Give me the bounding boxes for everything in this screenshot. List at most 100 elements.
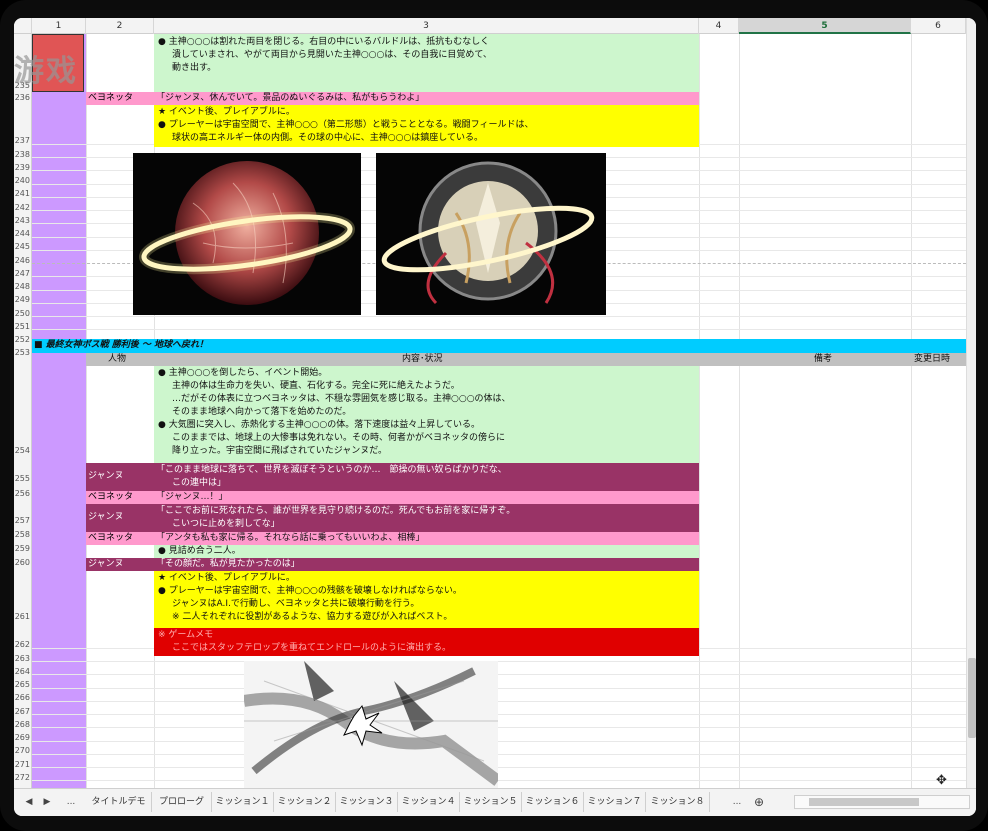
- cell-text: ● プレーヤーは宇宙空間で、主神○○○（第二形態）と戦うこととなる。戦闘フィール…: [158, 120, 534, 130]
- speaker-cell: ベヨネッタ: [88, 533, 134, 543]
- add-sheet-icon[interactable]: ⊕: [750, 792, 768, 812]
- section-title: ■ 最終女神ボス戦 勝利後 ～ 地球へ戻れ！: [34, 340, 209, 350]
- cell-text: ジャンヌはA.I.で行動し、ベヨネッタと共に破壊行動を行う。: [172, 599, 420, 609]
- table-header-row: [86, 353, 966, 366]
- tab-mission-3[interactable]: ミッション３: [336, 792, 398, 812]
- cell-text: 主神の体は生命力を失い、硬直、石化する。完全に死に絶えたようだ。: [172, 381, 460, 391]
- row-number[interactable]: 241: [14, 189, 32, 198]
- tab-prologue[interactable]: プロローグ: [152, 792, 212, 812]
- row-number[interactable]: 240: [14, 176, 32, 185]
- horizontal-scrollbar[interactable]: [794, 795, 970, 809]
- dialogue-text: 「ジャンヌ…！」: [156, 492, 228, 502]
- tab-mission-4[interactable]: ミッション４: [398, 792, 460, 812]
- row-number[interactable]: 258: [14, 530, 32, 539]
- row-number[interactable]: 244: [14, 229, 32, 238]
- tab-mission-2[interactable]: ミッション２: [274, 792, 336, 812]
- row-number[interactable]: 245: [14, 242, 32, 251]
- cell-text: …だがその体表に立つベヨネッタは、不穏な雰囲気を感じ取る。主神○○○の体は、: [172, 394, 511, 404]
- row-number[interactable]: 237: [14, 136, 32, 145]
- vertical-scrollbar[interactable]: [966, 18, 976, 788]
- watermark: 游戏: [14, 54, 78, 89]
- cell-text: 潰していまされ、やがて両目から見開いた主神○○○は、その自我に目覚めて、: [172, 50, 492, 60]
- row-number[interactable]: 267: [14, 707, 32, 716]
- row-number[interactable]: 266: [14, 693, 32, 702]
- row-number[interactable]: 271: [14, 760, 32, 769]
- row-number[interactable]: 255: [14, 474, 32, 483]
- screen-frame: 游戏 1 2 3 4 5 6 235 236 237 238 239 240 2…: [0, 0, 988, 831]
- column-header-3[interactable]: 3: [154, 18, 699, 34]
- tab-title-demo[interactable]: タイトルデモ: [86, 792, 152, 812]
- row-number[interactable]: 243: [14, 216, 32, 225]
- speaker-cell: ベヨネッタ: [88, 492, 134, 502]
- cell-text: このままでは、地球上の大惨事は免れない。その時、何者かがベヨネッタの傍らに: [172, 433, 506, 443]
- column-header-2[interactable]: 2: [86, 18, 154, 34]
- column-header-1[interactable]: 1: [32, 18, 86, 34]
- boss-sphere-image[interactable]: [133, 153, 361, 315]
- tab-mission-1[interactable]: ミッション１: [212, 792, 274, 812]
- tab-mission-8[interactable]: ミッション８: [646, 792, 710, 812]
- header-changed: 変更日時: [914, 354, 951, 364]
- tab-mission-6[interactable]: ミッション６: [522, 792, 584, 812]
- more-sheets-left[interactable]: ...: [60, 792, 82, 812]
- row-number[interactable]: 253: [14, 348, 32, 357]
- row-number[interactable]: 261: [14, 612, 32, 621]
- row-number[interactable]: 239: [14, 163, 32, 172]
- column-header-5[interactable]: 5: [739, 18, 911, 34]
- row-number[interactable]: 236: [14, 93, 32, 102]
- row-number[interactable]: 268: [14, 720, 32, 729]
- header-person: 人物: [108, 354, 127, 364]
- row-header-bar: 235 236 237 238 239 240 241 242 243 244 …: [14, 34, 32, 788]
- horizontal-scroll-thumb[interactable]: [809, 798, 919, 806]
- row-number[interactable]: 256: [14, 489, 32, 498]
- speaker-cell: ジャンヌ: [88, 471, 124, 481]
- row-number[interactable]: 257: [14, 516, 32, 525]
- tab-mission-5[interactable]: ミッション５: [460, 792, 522, 812]
- row-number[interactable]: 262: [14, 640, 32, 649]
- dialogue-text: こいつに止めを刺してな」: [172, 519, 280, 529]
- column-header-bar: 1 2 3 4 5 6: [14, 18, 966, 34]
- row-number[interactable]: 250: [14, 309, 32, 318]
- row-number[interactable]: 251: [14, 322, 32, 331]
- row-number[interactable]: 248: [14, 282, 32, 291]
- row-number[interactable]: 254: [14, 446, 32, 455]
- row-number[interactable]: 260: [14, 558, 32, 567]
- tab-mission-7[interactable]: ミッション７: [584, 792, 646, 812]
- row-number[interactable]: 269: [14, 733, 32, 742]
- row-number[interactable]: 263: [14, 654, 32, 663]
- worksheet[interactable]: 1 2 3 4 5 6 235 236 237 238 239 240 241 …: [14, 18, 966, 788]
- cell-text: ● 見詰め合う二人。: [158, 546, 241, 556]
- more-sheets-right[interactable]: ...: [726, 792, 748, 812]
- cell-text: ★ イベント後、プレイアブルに。: [158, 107, 295, 117]
- row-number[interactable]: 246: [14, 256, 32, 265]
- cell-grid[interactable]: ● 主神○○○は割れた両目を閉じる。右目の中にいるバルドルは、抵抗もむなしく 潰…: [32, 34, 966, 788]
- boss-core-image[interactable]: [376, 153, 606, 315]
- dialogue-text: 「ジャンヌ、休んでいて。景品のぬいぐるみは、私がもらうわよ」: [156, 93, 425, 103]
- next-sheet-icon[interactable]: ▶: [40, 792, 54, 812]
- header-notes: 備考: [814, 354, 833, 364]
- spreadsheet-window: 游戏 1 2 3 4 5 6 235 236 237 238 239 240 2…: [14, 18, 976, 816]
- row-number[interactable]: 272: [14, 773, 32, 782]
- cell-text: ★ イベント後、プレイアブルに。: [158, 573, 295, 583]
- column-header-6[interactable]: 6: [911, 18, 966, 34]
- vertical-scroll-thumb[interactable]: [968, 658, 976, 738]
- prev-sheet-icon[interactable]: ◀: [22, 792, 36, 812]
- row-number[interactable]: 238: [14, 150, 32, 159]
- row-number[interactable]: 264: [14, 667, 32, 676]
- manga-sketch-image[interactable]: [244, 661, 498, 788]
- sheet-tab-bar: ◀ ▶ ... タイトルデモ プロローグ ミッション１ ミッション２ ミッション…: [14, 788, 976, 816]
- row-number[interactable]: 247: [14, 269, 32, 278]
- row-number[interactable]: 252: [14, 335, 32, 344]
- dialogue-text: 「その顔だ。私が見たかったのは」: [156, 559, 300, 569]
- column-header-4[interactable]: 4: [699, 18, 739, 34]
- row-number[interactable]: 242: [14, 203, 32, 212]
- dialogue-text: この連中は」: [172, 478, 227, 488]
- row-number[interactable]: 259: [14, 544, 32, 553]
- select-all-corner[interactable]: [14, 18, 32, 34]
- header-content: 内容･状況: [402, 354, 443, 364]
- cell-text: ● 主神○○○は割れた両目を閉じる。右目の中にいるバルドルは、抵抗もむなしく: [158, 37, 490, 47]
- cell-text: ● 大気圏に突入し、赤熱化する主神○○○の体。落下速度は益々上昇している。: [158, 420, 481, 430]
- row-number[interactable]: 249: [14, 295, 32, 304]
- row-number[interactable]: 270: [14, 746, 32, 755]
- row-number[interactable]: 265: [14, 680, 32, 689]
- cell-text: 動き出す。: [172, 63, 217, 73]
